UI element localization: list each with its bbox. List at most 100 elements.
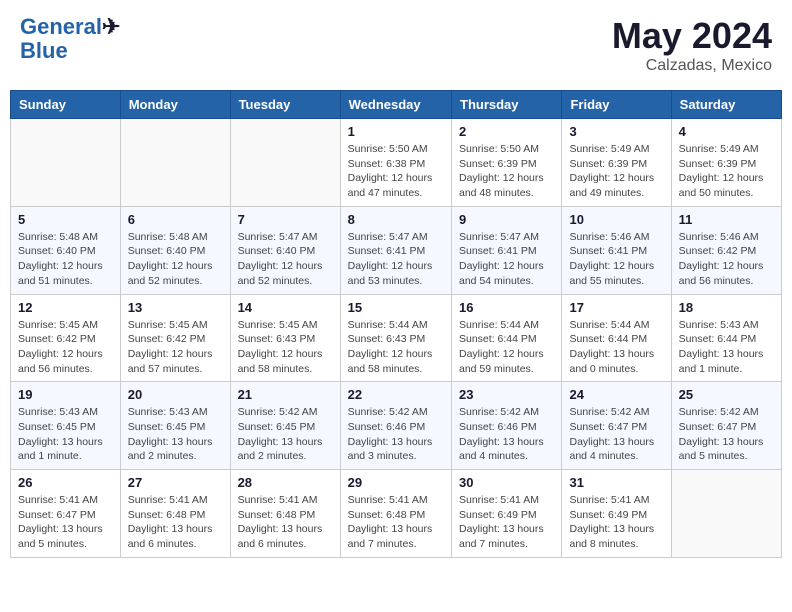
location: Calzadas, Mexico bbox=[612, 57, 772, 75]
weekday-header-sunday: Sunday bbox=[11, 91, 121, 119]
day-number: 2 bbox=[459, 124, 554, 139]
month-title: May 2024 Calzadas, Mexico bbox=[612, 15, 772, 75]
calendar-cell: 11 Sunrise: 5:46 AM Sunset: 6:42 PM Dayli… bbox=[671, 206, 781, 294]
calendar-cell: 13 Sunrise: 5:45 AM Sunset: 6:42 PM Dayli… bbox=[120, 294, 230, 382]
calendar-cell: 5 Sunrise: 5:48 AM Sunset: 6:40 PM Daylig… bbox=[11, 206, 121, 294]
calendar-cell: 17 Sunrise: 5:44 AM Sunset: 6:44 PM Dayli… bbox=[562, 294, 671, 382]
calendar-week-4: 19 Sunrise: 5:43 AM Sunset: 6:45 PM Dayli… bbox=[11, 382, 782, 470]
day-info: Sunrise: 5:42 AM Sunset: 6:45 PM Dayligh… bbox=[238, 405, 333, 464]
day-info: Sunrise: 5:41 AM Sunset: 6:48 PM Dayligh… bbox=[238, 493, 333, 552]
calendar-week-2: 5 Sunrise: 5:48 AM Sunset: 6:40 PM Daylig… bbox=[11, 206, 782, 294]
day-info: Sunrise: 5:50 AM Sunset: 6:39 PM Dayligh… bbox=[459, 142, 554, 201]
day-info: Sunrise: 5:45 AM Sunset: 6:43 PM Dayligh… bbox=[238, 318, 333, 377]
calendar-cell: 25Sunrise: 5:42 AM Sunset: 6:47 PM Dayli… bbox=[671, 382, 781, 470]
day-number: 13 bbox=[128, 300, 223, 315]
day-info: Sunrise: 5:47 AM Sunset: 6:41 PM Dayligh… bbox=[459, 230, 554, 289]
day-info: Sunrise: 5:42 AM Sunset: 6:46 PM Dayligh… bbox=[348, 405, 444, 464]
day-info: Sunrise: 5:48 AM Sunset: 6:40 PM Dayligh… bbox=[128, 230, 223, 289]
calendar-cell: 18 Sunrise: 5:43 AM Sunset: 6:44 PM Dayli… bbox=[671, 294, 781, 382]
day-info: Sunrise: 5:42 AM Sunset: 6:46 PM Dayligh… bbox=[459, 405, 554, 464]
day-number: 6 bbox=[128, 212, 223, 227]
day-number: 14 bbox=[238, 300, 333, 315]
day-number: 1 bbox=[348, 124, 444, 139]
calendar-week-1: 1 Sunrise: 5:50 AM Sunset: 6:38 PM Daylig… bbox=[11, 119, 782, 207]
calendar-cell: 10 Sunrise: 5:46 AM Sunset: 6:41 PM Dayli… bbox=[562, 206, 671, 294]
calendar-cell: 26 Sunrise: 5:41 AM Sunset: 6:47 PM Dayli… bbox=[11, 470, 121, 558]
day-number: 28 bbox=[238, 475, 333, 490]
calendar-week-3: 12Sunrise: 5:45 AM Sunset: 6:42 PM Dayli… bbox=[11, 294, 782, 382]
calendar-cell: 21Sunrise: 5:42 AM Sunset: 6:45 PM Dayli… bbox=[230, 382, 340, 470]
calendar-week-5: 26 Sunrise: 5:41 AM Sunset: 6:47 PM Dayli… bbox=[11, 470, 782, 558]
page-header: General✈ Blue May 2024 Calzadas, Mexico bbox=[10, 10, 782, 80]
day-number: 18 bbox=[679, 300, 774, 315]
day-info: Sunrise: 5:45 AM Sunset: 6:42 PM Dayligh… bbox=[128, 318, 223, 377]
calendar-cell: 29 Sunrise: 5:41 AM Sunset: 6:48 PM Dayli… bbox=[340, 470, 451, 558]
day-number: 31 bbox=[569, 475, 663, 490]
calendar-cell: 22 Sunrise: 5:42 AM Sunset: 6:46 PM Dayli… bbox=[340, 382, 451, 470]
day-number: 5 bbox=[18, 212, 113, 227]
day-info: Sunrise: 5:41 AM Sunset: 6:49 PM Dayligh… bbox=[459, 493, 554, 552]
calendar-cell: 15Sunrise: 5:44 AM Sunset: 6:43 PM Dayli… bbox=[340, 294, 451, 382]
day-info: Sunrise: 5:41 AM Sunset: 6:47 PM Dayligh… bbox=[18, 493, 113, 552]
day-info: Sunrise: 5:47 AM Sunset: 6:40 PM Dayligh… bbox=[238, 230, 333, 289]
calendar-cell: 3 Sunrise: 5:49 AM Sunset: 6:39 PM Daylig… bbox=[562, 119, 671, 207]
calendar-cell: 7Sunrise: 5:47 AM Sunset: 6:40 PM Daylig… bbox=[230, 206, 340, 294]
weekday-header-saturday: Saturday bbox=[671, 91, 781, 119]
day-number: 24 bbox=[569, 387, 663, 402]
day-info: Sunrise: 5:48 AM Sunset: 6:40 PM Dayligh… bbox=[18, 230, 113, 289]
day-number: 29 bbox=[348, 475, 444, 490]
day-number: 4 bbox=[679, 124, 774, 139]
day-number: 20 bbox=[128, 387, 223, 402]
day-info: Sunrise: 5:42 AM Sunset: 6:47 PM Dayligh… bbox=[679, 405, 774, 464]
calendar-cell: 1 Sunrise: 5:50 AM Sunset: 6:38 PM Daylig… bbox=[340, 119, 451, 207]
calendar-cell: 9 Sunrise: 5:47 AM Sunset: 6:41 PM Daylig… bbox=[452, 206, 562, 294]
day-info: Sunrise: 5:49 AM Sunset: 6:39 PM Dayligh… bbox=[679, 142, 774, 201]
calendar-cell: 20 Sunrise: 5:43 AM Sunset: 6:45 PM Dayli… bbox=[120, 382, 230, 470]
day-number: 27 bbox=[128, 475, 223, 490]
calendar-cell: 12Sunrise: 5:45 AM Sunset: 6:42 PM Dayli… bbox=[11, 294, 121, 382]
day-number: 11 bbox=[679, 212, 774, 227]
calendar-cell: 23 Sunrise: 5:42 AM Sunset: 6:46 PM Dayli… bbox=[452, 382, 562, 470]
calendar-cell: 31 Sunrise: 5:41 AM Sunset: 6:49 PM Dayli… bbox=[562, 470, 671, 558]
day-info: Sunrise: 5:44 AM Sunset: 6:44 PM Dayligh… bbox=[569, 318, 663, 377]
calendar-cell bbox=[120, 119, 230, 207]
calendar-cell bbox=[11, 119, 121, 207]
day-info: Sunrise: 5:47 AM Sunset: 6:41 PM Dayligh… bbox=[348, 230, 444, 289]
day-info: Sunrise: 5:42 AM Sunset: 6:47 PM Dayligh… bbox=[569, 405, 663, 464]
weekday-header-monday: Monday bbox=[120, 91, 230, 119]
calendar-cell: 14 Sunrise: 5:45 AM Sunset: 6:43 PM Dayli… bbox=[230, 294, 340, 382]
day-info: Sunrise: 5:41 AM Sunset: 6:48 PM Dayligh… bbox=[348, 493, 444, 552]
day-number: 17 bbox=[569, 300, 663, 315]
day-number: 26 bbox=[18, 475, 113, 490]
calendar-cell: 28 Sunrise: 5:41 AM Sunset: 6:48 PM Dayli… bbox=[230, 470, 340, 558]
calendar-cell: 16Sunrise: 5:44 AM Sunset: 6:44 PM Dayli… bbox=[452, 294, 562, 382]
weekday-header-friday: Friday bbox=[562, 91, 671, 119]
month-year: May 2024 bbox=[612, 15, 772, 57]
day-number: 23 bbox=[459, 387, 554, 402]
logo: General✈ Blue bbox=[20, 15, 120, 63]
weekday-header-tuesday: Tuesday bbox=[230, 91, 340, 119]
weekday-header-wednesday: Wednesday bbox=[340, 91, 451, 119]
calendar-cell: 24 Sunrise: 5:42 AM Sunset: 6:47 PM Dayli… bbox=[562, 382, 671, 470]
logo-text2: Blue bbox=[20, 39, 120, 63]
day-number: 16 bbox=[459, 300, 554, 315]
day-number: 30 bbox=[459, 475, 554, 490]
calendar-cell: 30 Sunrise: 5:41 AM Sunset: 6:49 PM Dayli… bbox=[452, 470, 562, 558]
day-number: 3 bbox=[569, 124, 663, 139]
day-info: Sunrise: 5:50 AM Sunset: 6:38 PM Dayligh… bbox=[348, 142, 444, 201]
calendar-cell: 19Sunrise: 5:43 AM Sunset: 6:45 PM Dayli… bbox=[11, 382, 121, 470]
day-info: Sunrise: 5:46 AM Sunset: 6:41 PM Dayligh… bbox=[569, 230, 663, 289]
day-info: Sunrise: 5:41 AM Sunset: 6:49 PM Dayligh… bbox=[569, 493, 663, 552]
calendar-cell bbox=[230, 119, 340, 207]
day-info: Sunrise: 5:49 AM Sunset: 6:39 PM Dayligh… bbox=[569, 142, 663, 201]
day-info: Sunrise: 5:46 AM Sunset: 6:42 PM Dayligh… bbox=[679, 230, 774, 289]
day-number: 10 bbox=[569, 212, 663, 227]
calendar-cell: 27Sunrise: 5:41 AM Sunset: 6:48 PM Dayli… bbox=[120, 470, 230, 558]
day-number: 22 bbox=[348, 387, 444, 402]
day-info: Sunrise: 5:43 AM Sunset: 6:45 PM Dayligh… bbox=[128, 405, 223, 464]
day-info: Sunrise: 5:43 AM Sunset: 6:44 PM Dayligh… bbox=[679, 318, 774, 377]
day-number: 19 bbox=[18, 387, 113, 402]
calendar-table: SundayMondayTuesdayWednesdayThursdayFrid… bbox=[10, 90, 782, 558]
day-number: 9 bbox=[459, 212, 554, 227]
logo-text: General✈ bbox=[20, 15, 120, 39]
